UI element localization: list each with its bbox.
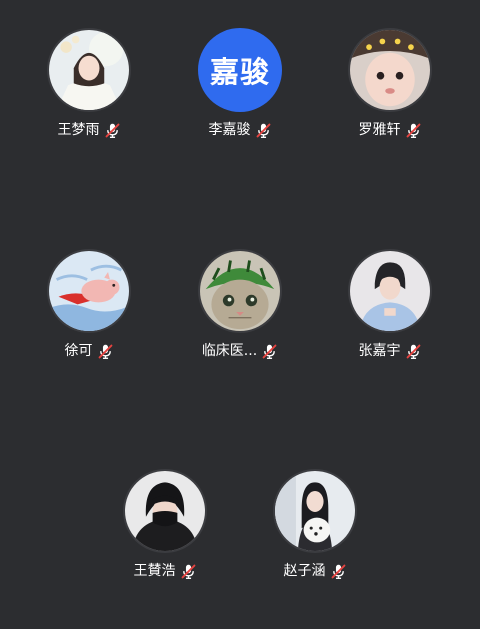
mic-muted-icon [405, 122, 422, 139]
participant-tile-2[interactable]: 嘉骏 李嘉骏 [185, 28, 295, 141]
mic-muted-icon [261, 343, 278, 360]
participant-tile-1[interactable]: 王梦雨 [34, 28, 144, 141]
participant-tile-8[interactable]: 赵子涵 [260, 469, 370, 582]
mic-muted-icon [255, 122, 272, 139]
participant-avatar [47, 249, 131, 333]
participant-grid: 王梦雨 嘉骏 李嘉骏 罗雅轩 徐可 临床医... 张嘉宇 王賛浩 赵子涵 [0, 0, 480, 629]
participant-avatar [273, 469, 357, 553]
participant-tile-5[interactable]: 临床医... [185, 249, 295, 362]
participant-tile-6[interactable]: 张嘉宇 [335, 249, 445, 362]
mic-muted-icon [405, 343, 422, 360]
participant-name: 王梦雨 [57, 122, 100, 138]
participant-tile-3[interactable]: 罗雅轩 [335, 28, 445, 141]
participant-name: 赵子涵 [283, 563, 326, 579]
participant-avatar [348, 249, 432, 333]
participant-name: 罗雅轩 [358, 122, 401, 138]
participant-avatar [348, 28, 432, 112]
participant-avatar [198, 249, 282, 333]
participant-name: 徐可 [64, 343, 93, 359]
participant-avatar [47, 28, 131, 112]
participant-tile-4[interactable]: 徐可 [34, 249, 144, 362]
mic-muted-icon [330, 563, 347, 580]
participant-avatar [123, 469, 207, 553]
mic-muted-icon [97, 343, 114, 360]
participant-name: 张嘉宇 [358, 343, 401, 359]
mic-muted-icon [180, 563, 197, 580]
participant-name: 李嘉骏 [208, 122, 251, 138]
participant-name: 王賛浩 [133, 563, 176, 579]
participant-avatar: 嘉骏 [198, 28, 282, 112]
mic-muted-icon [104, 122, 121, 139]
participant-tile-7[interactable]: 王賛浩 [110, 469, 220, 582]
participant-name: 临床医... [201, 343, 258, 359]
